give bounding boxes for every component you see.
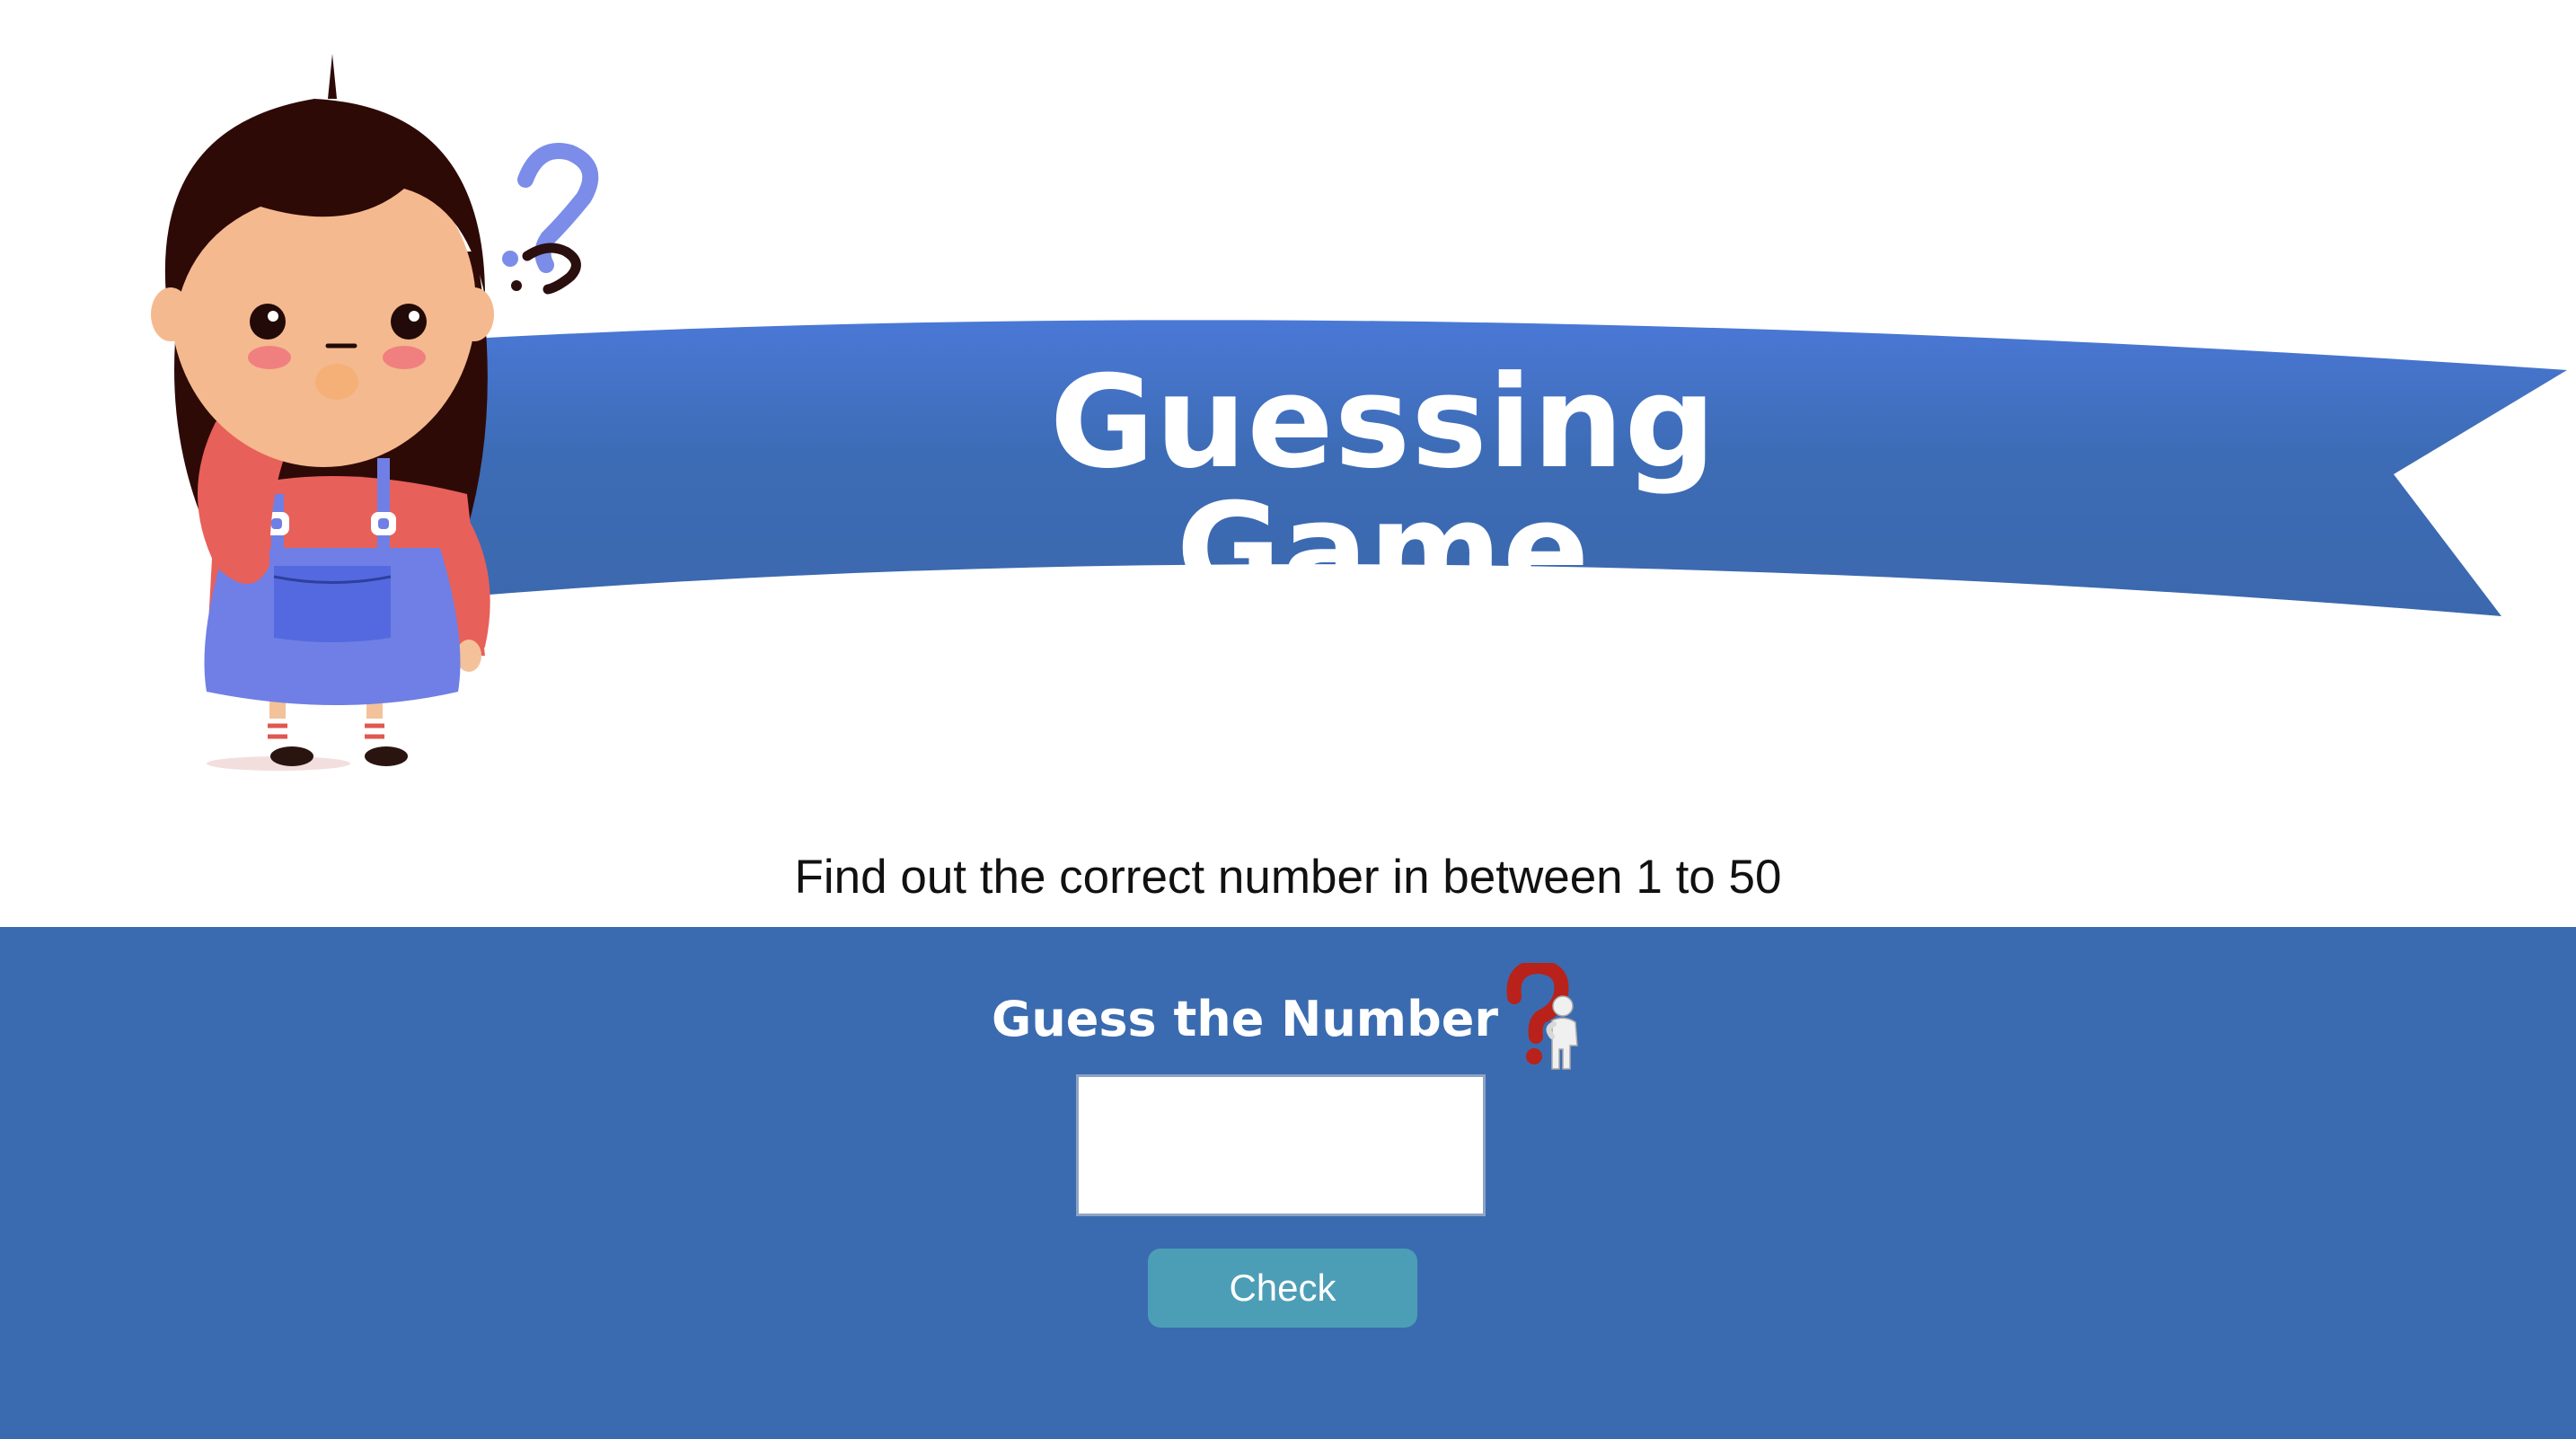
panel-heading: Guess the Number <box>0 963 2576 1076</box>
banner-title: Guessing Game <box>1049 349 1717 624</box>
hero-section: Guessing Game Find out the correct numbe… <box>0 0 2576 927</box>
guess-heading-text: Guess the Number <box>992 990 1498 1047</box>
check-button[interactable]: Check <box>1148 1249 1417 1328</box>
thinking-girl-illustration <box>151 54 599 771</box>
instruction-text: Find out the correct number in between 1… <box>794 851 1782 904</box>
game-panel: Guess the Number Check <box>0 927 2576 1439</box>
question-marks-decoration <box>502 143 599 295</box>
guess-number-input[interactable] <box>1076 1074 1486 1216</box>
guessing-game-page: Guessing Game Find out the correct numbe… <box>0 0 2576 1439</box>
thinking-person-question-mark-icon <box>1506 963 1578 1070</box>
